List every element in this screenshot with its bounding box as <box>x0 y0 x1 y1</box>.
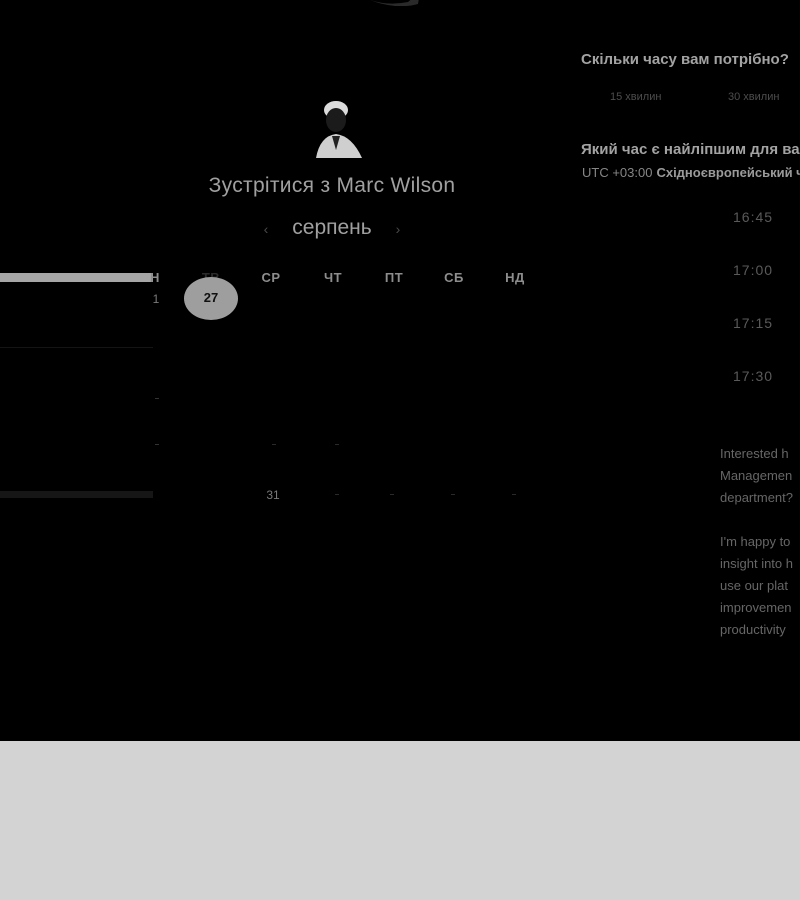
progress-bar <box>0 273 153 282</box>
weekday-wed: СР <box>261 270 281 285</box>
meeting-description: Interested h Managemen department? I'm h… <box>720 443 800 663</box>
divider <box>0 491 153 498</box>
time-slot[interactable]: 16:45 <box>733 209 793 225</box>
weekday-fri: ПТ <box>384 270 404 285</box>
empty-day-marker <box>335 444 339 445</box>
weekday-sat: СБ <box>444 270 464 285</box>
empty-day-marker <box>335 494 339 495</box>
timezone-offset: UTC +03:00 <box>582 165 653 180</box>
time-slot[interactable]: 17:15 <box>733 315 793 331</box>
divider <box>0 347 153 348</box>
logo-icon <box>370 0 419 6</box>
weekday-thu: ЧТ <box>323 270 343 285</box>
description-line: Managemen <box>720 468 793 483</box>
weekday-sun: НД <box>505 270 525 285</box>
timezone-selector[interactable]: UTC +03:00Східноєвропейський час <box>582 165 800 180</box>
description-line: department? <box>720 490 793 505</box>
description-line: Interested h <box>720 446 789 461</box>
description-line: I'm happy to <box>720 534 791 549</box>
calendar-day-selected[interactable]: 27 <box>184 277 238 320</box>
avatar <box>316 101 362 158</box>
booking-panel: Зустрітися з Marc Wilson ‹ серпень › Н Т… <box>0 0 800 741</box>
calendar-day[interactable]: 1 <box>136 292 176 306</box>
duration-option-15[interactable]: 15 хвилин <box>610 91 661 103</box>
timezone-name: Східноєвропейський час <box>656 165 800 180</box>
empty-day-marker <box>451 494 455 495</box>
duration-question: Скільки часу вам потрібно? <box>581 51 789 68</box>
description-line: productivity <box>720 622 786 637</box>
divider <box>155 398 159 399</box>
calendar-day[interactable]: 31 <box>253 488 293 502</box>
time-slot[interactable]: 17:00 <box>733 262 793 278</box>
empty-day-marker <box>512 494 516 495</box>
weekday-mon: Н <box>150 270 160 285</box>
meeting-title: Зустрітися з Marc Wilson <box>208 174 456 197</box>
description-line: insight into h <box>720 556 793 571</box>
time-slot[interactable]: 17:30 <box>733 368 793 384</box>
chevron-right-icon[interactable]: › <box>388 219 408 239</box>
time-question: Який час є найліпшим для вас? <box>581 141 800 158</box>
divider <box>155 444 159 445</box>
empty-day-marker <box>390 494 394 495</box>
duration-option-30[interactable]: 30 хвилин <box>728 91 779 103</box>
description-line: use our plat <box>720 578 788 593</box>
description-line: improvemen <box>720 600 792 615</box>
empty-day-marker <box>272 444 276 445</box>
month-navigation: ‹ серпень › <box>240 214 424 244</box>
month-label: серпень <box>292 216 372 239</box>
